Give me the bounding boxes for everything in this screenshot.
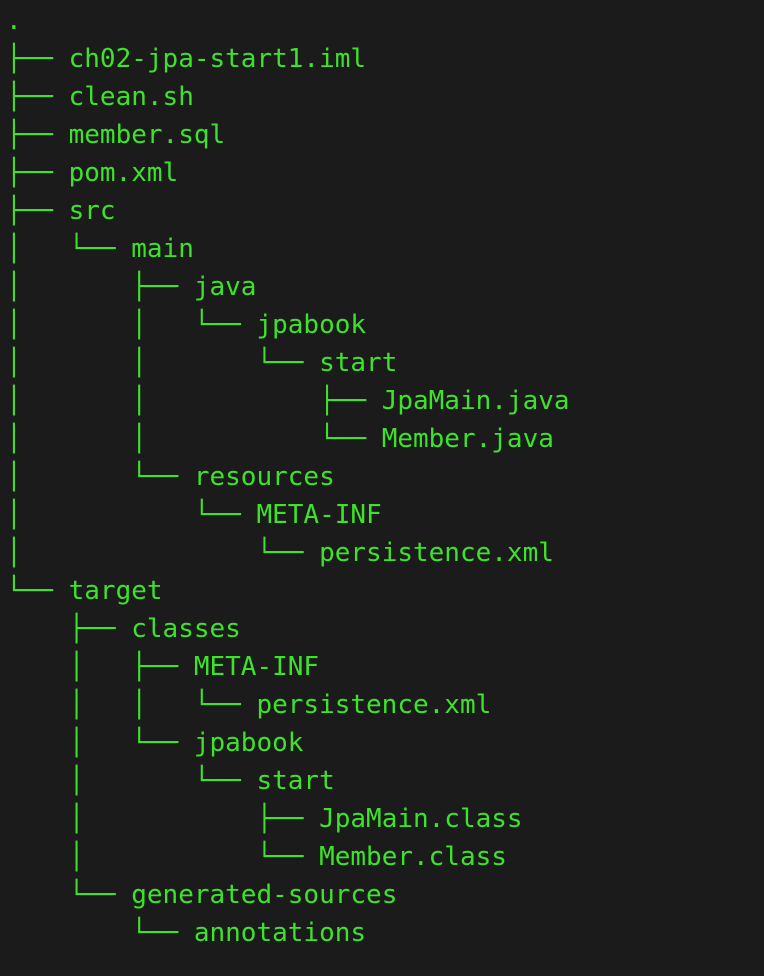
tree-entry-directory: │ └── main [6,230,194,268]
tree-entry-name: annotations [193,918,367,948]
tree-root: . [6,2,22,40]
tree-entry-file: │ ├── JpaMain.class [6,800,523,838]
tree-connector: │ │ └── [6,310,257,340]
tree-connector: │ ├── [6,272,194,302]
tree-entry-directory: │ │ └── start [6,344,397,382]
tree-connector: │ └── [6,234,132,264]
tree-entry-name: META-INF [193,652,320,682]
tree-entry-name: persistence.xml [256,690,492,720]
tree-entry-directory: ├── src [6,192,116,230]
tree-entry-directory: ├── classes [6,610,241,648]
tree-entry-directory: │ └── start [6,762,335,800]
tree-connector: │ └── [6,728,194,758]
tree-entry-directory: │ ├── META-INF [6,648,319,686]
tree-entry-name: pom.xml [68,158,179,188]
tree-entry-name: ch02-jpa-start1.iml [68,44,367,74]
tree-entry-name: start [319,348,398,378]
tree-entry-file: │ │ ├── JpaMain.java [6,382,570,420]
tree-entry-directory: └── annotations [6,914,366,952]
tree-connector: │ │ └── [6,424,382,454]
tree-entry-directory: │ │ └── jpabook [6,306,366,344]
tree-connector: │ │ ├── [6,386,382,416]
tree-entry-name: Member.java [381,424,554,454]
tree-connector: │ └── [6,842,320,872]
tree-entry-name: JpaMain.class [319,804,523,834]
tree-entry-name: member.sql [68,120,226,150]
tree-entry-file: │ └── persistence.xml [6,534,554,572]
tree-entry-name: main [131,234,194,264]
terminal-window: . ├── ch02-jpa-start1.iml ├── clean.sh ├… [0,0,764,976]
tree-entry-directory: └── generated-sources [6,876,398,914]
tree-entry-name: java [193,272,257,302]
tree-entry-directory: │ ├── java [6,268,256,306]
tree-entry-name: jpabook [193,728,304,758]
tree-entry-name: clean.sh [68,82,194,112]
tree-connector: ├── [6,614,132,644]
tree-connector: │ │ └── [6,690,257,720]
tree-entry-name: META-INF [256,500,382,530]
tree-entry-file: │ │ └── persistence.xml [6,686,492,724]
tree-entry-directory: │ └── resources [6,458,335,496]
tree-connector: │ └── [6,766,257,796]
tree-connector: └── [6,576,69,606]
tree-connector: │ │ └── [6,348,320,378]
tree-entry-name: JpaMain.java [381,386,570,416]
tree-connector: ├── [6,82,69,112]
tree-entry-name: . [6,6,22,36]
tree-entry-name: resources [193,462,335,492]
tree-entry-name: src [68,196,116,226]
tree-connector: └── [6,880,132,910]
tree-connector: ├── [6,158,69,188]
tree-entry-file: ├── member.sql [6,116,225,154]
tree-entry-file: │ └── Member.class [6,838,507,876]
tree-connector: │ └── [6,462,194,492]
tree-connector: ├── [6,44,69,74]
tree-entry-name: target [68,576,163,606]
tree-connector: ├── [6,120,69,150]
tree-entry-name: start [256,766,335,796]
tree-connector: └── [6,918,194,948]
tree-connector: │ └── [6,538,320,568]
tree-connector: ├── [6,196,69,226]
tree-entry-directory: │ └── jpabook [6,724,304,762]
directory-tree: . ├── ch02-jpa-start1.iml ├── clean.sh ├… [0,0,764,976]
tree-entry-file: ├── clean.sh [6,78,194,116]
tree-entry-name: Member.class [319,842,507,872]
tree-entry-name: generated-sources [131,880,398,910]
tree-entry-file: ├── pom.xml [6,154,178,192]
tree-connector: │ └── [6,500,257,530]
tree-connector: │ ├── [6,804,320,834]
tree-entry-name: jpabook [256,310,367,340]
tree-entry-file: │ │ └── Member.java [6,420,554,458]
tree-connector: │ ├── [6,652,194,682]
tree-entry-file: ├── ch02-jpa-start1.iml [6,40,366,78]
tree-entry-name: persistence.xml [319,538,554,568]
tree-entry-name: classes [131,614,241,644]
tree-entry-directory: │ └── META-INF [6,496,382,534]
tree-entry-directory: └── target [6,572,163,610]
